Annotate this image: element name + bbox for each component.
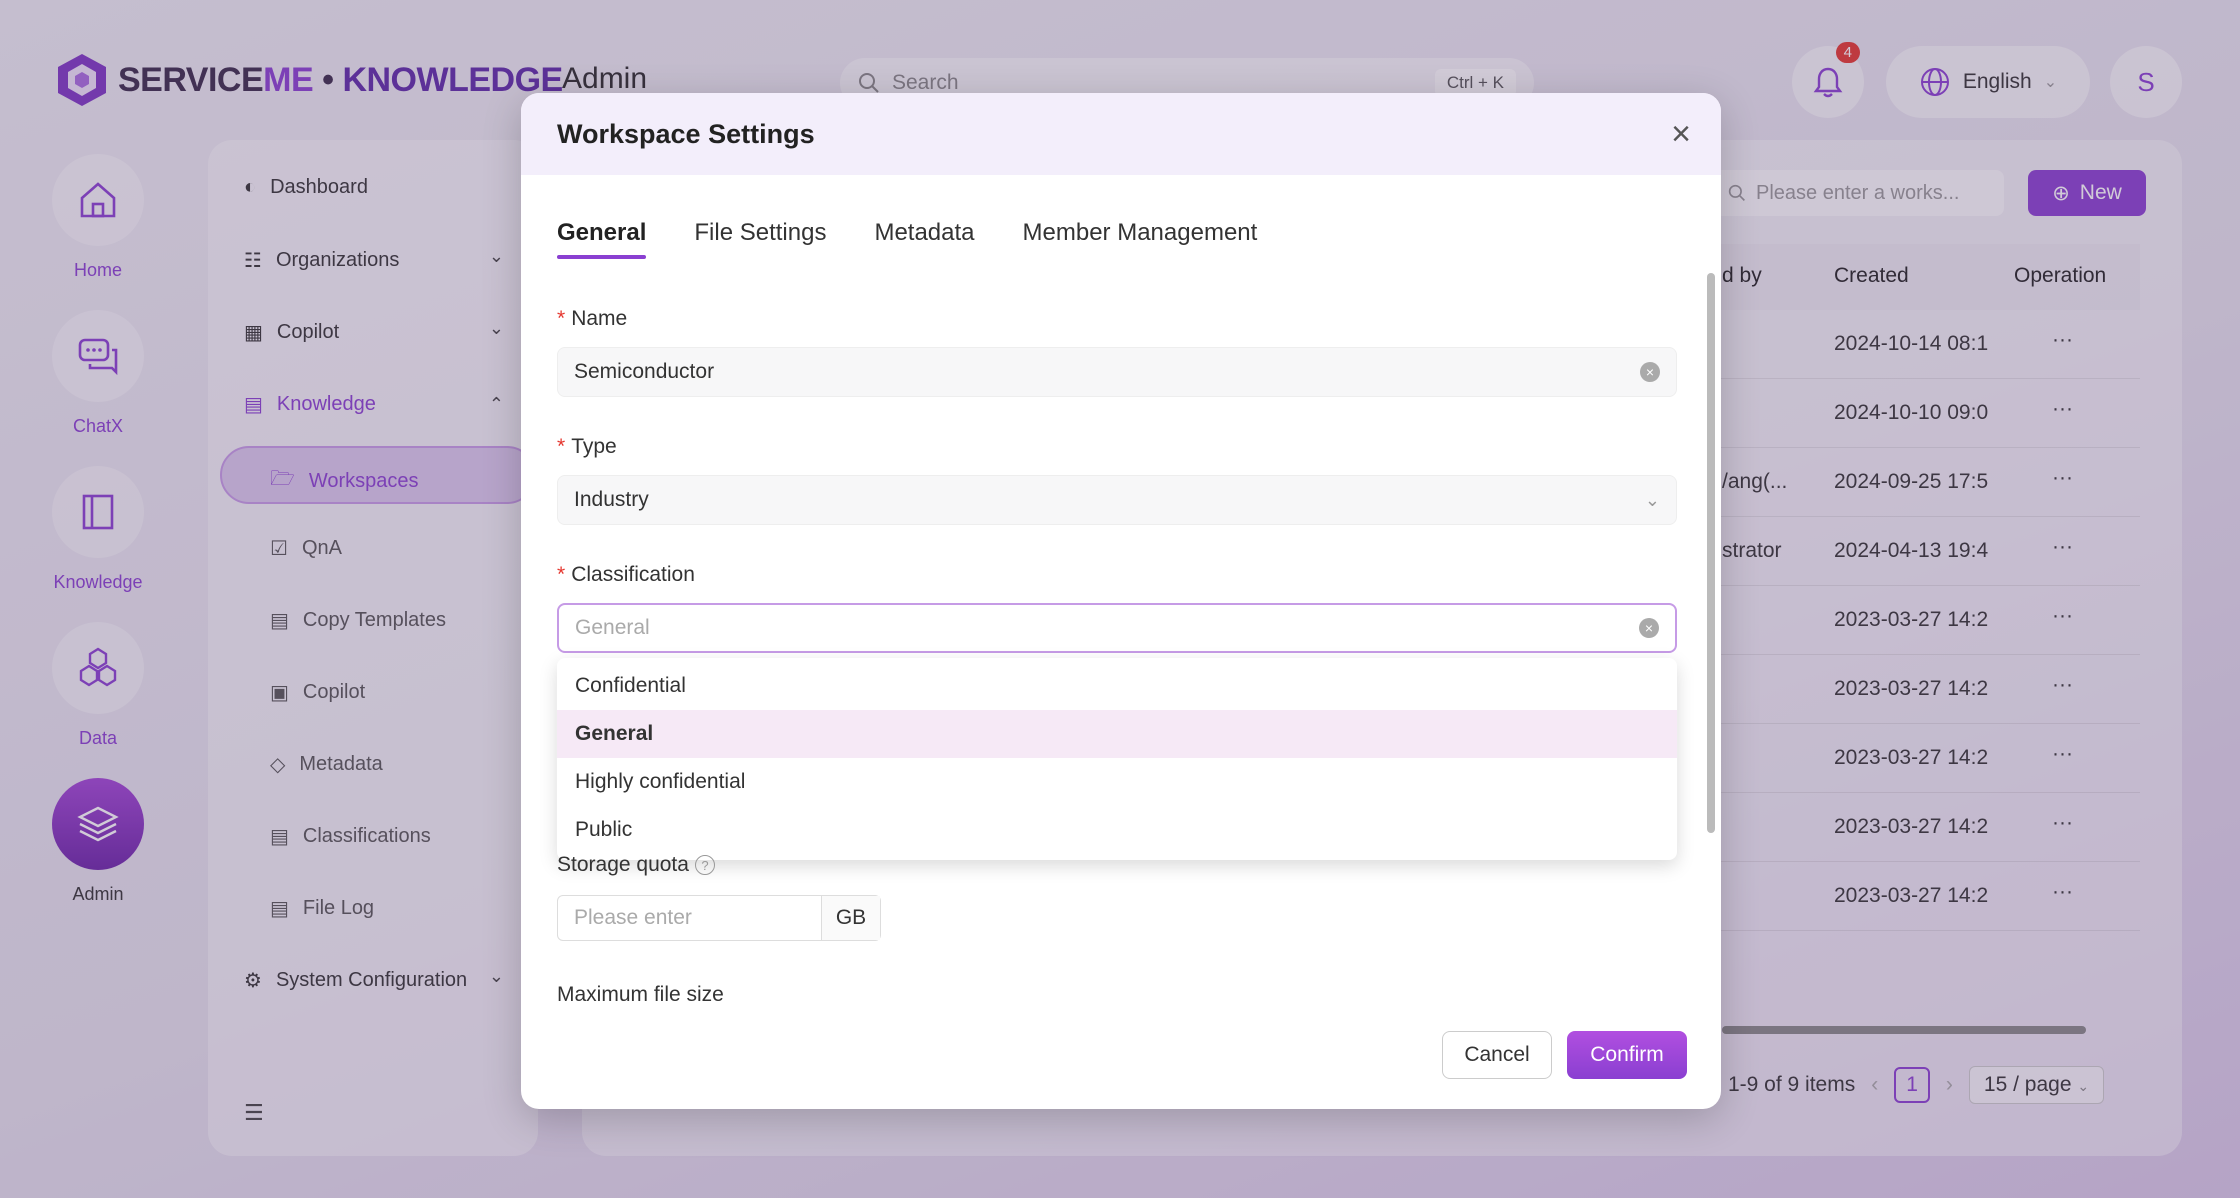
required-asterisk: * bbox=[557, 563, 566, 586]
cancel-button[interactable]: Cancel bbox=[1442, 1031, 1552, 1079]
name-field[interactable]: Semiconductor × bbox=[557, 347, 1677, 397]
tab-metadata[interactable]: Metadata bbox=[874, 219, 974, 259]
name-label: * Name bbox=[557, 307, 627, 331]
max-file-size-label: Maximum file size bbox=[557, 983, 724, 1006]
classification-option[interactable]: Confidential bbox=[557, 662, 1677, 710]
modal-header: Workspace Settings bbox=[521, 93, 1721, 175]
required-asterisk: * bbox=[557, 435, 566, 458]
classification-label: * Classification bbox=[557, 563, 695, 587]
modal-scrollbar[interactable] bbox=[1707, 273, 1715, 833]
classification-option-selected[interactable]: General bbox=[557, 710, 1677, 758]
confirm-button[interactable]: Confirm bbox=[1567, 1031, 1687, 1079]
storage-quota-label-text: Storage quota bbox=[557, 853, 689, 876]
clear-input-icon[interactable]: × bbox=[1639, 618, 1659, 638]
storage-quota-unit: GB bbox=[822, 896, 880, 940]
modal-title: Workspace Settings bbox=[557, 118, 815, 149]
classification-dropdown: Confidential General Highly confidential… bbox=[557, 658, 1677, 860]
modal-tabs: General File Settings Metadata Member Ma… bbox=[557, 219, 1257, 259]
tab-file-settings[interactable]: File Settings bbox=[694, 219, 826, 259]
tab-general[interactable]: General bbox=[557, 219, 647, 259]
classification-placeholder: General bbox=[575, 616, 650, 639]
classification-option[interactable]: Public bbox=[557, 806, 1677, 854]
classification-label-text: Classification bbox=[571, 563, 695, 586]
required-asterisk: * bbox=[557, 307, 566, 330]
classification-option[interactable]: Highly confidential bbox=[557, 758, 1677, 806]
name-label-text: Name bbox=[571, 307, 628, 330]
name-value: Semiconductor bbox=[574, 360, 715, 383]
type-select[interactable]: Industry ⌄ bbox=[557, 475, 1677, 525]
workspace-settings-modal: Workspace Settings × General File Settin… bbox=[521, 93, 1721, 1109]
tab-member-management[interactable]: Member Management bbox=[1023, 219, 1258, 259]
help-icon[interactable]: ? bbox=[694, 855, 715, 875]
classification-select[interactable]: General × bbox=[557, 603, 1677, 653]
clear-input-icon[interactable]: × bbox=[1640, 362, 1660, 382]
storage-quota-input[interactable]: Please enter GB bbox=[557, 895, 881, 941]
close-icon[interactable]: × bbox=[1671, 117, 1691, 151]
storage-quota-label: Storage quota ? bbox=[557, 853, 715, 877]
storage-quota-placeholder[interactable]: Please enter bbox=[558, 896, 822, 940]
type-label-text: Type bbox=[571, 435, 617, 458]
type-value: Industry bbox=[574, 488, 649, 511]
type-label: * Type bbox=[557, 435, 617, 459]
chevron-down-icon: ⌄ bbox=[1644, 489, 1660, 510]
